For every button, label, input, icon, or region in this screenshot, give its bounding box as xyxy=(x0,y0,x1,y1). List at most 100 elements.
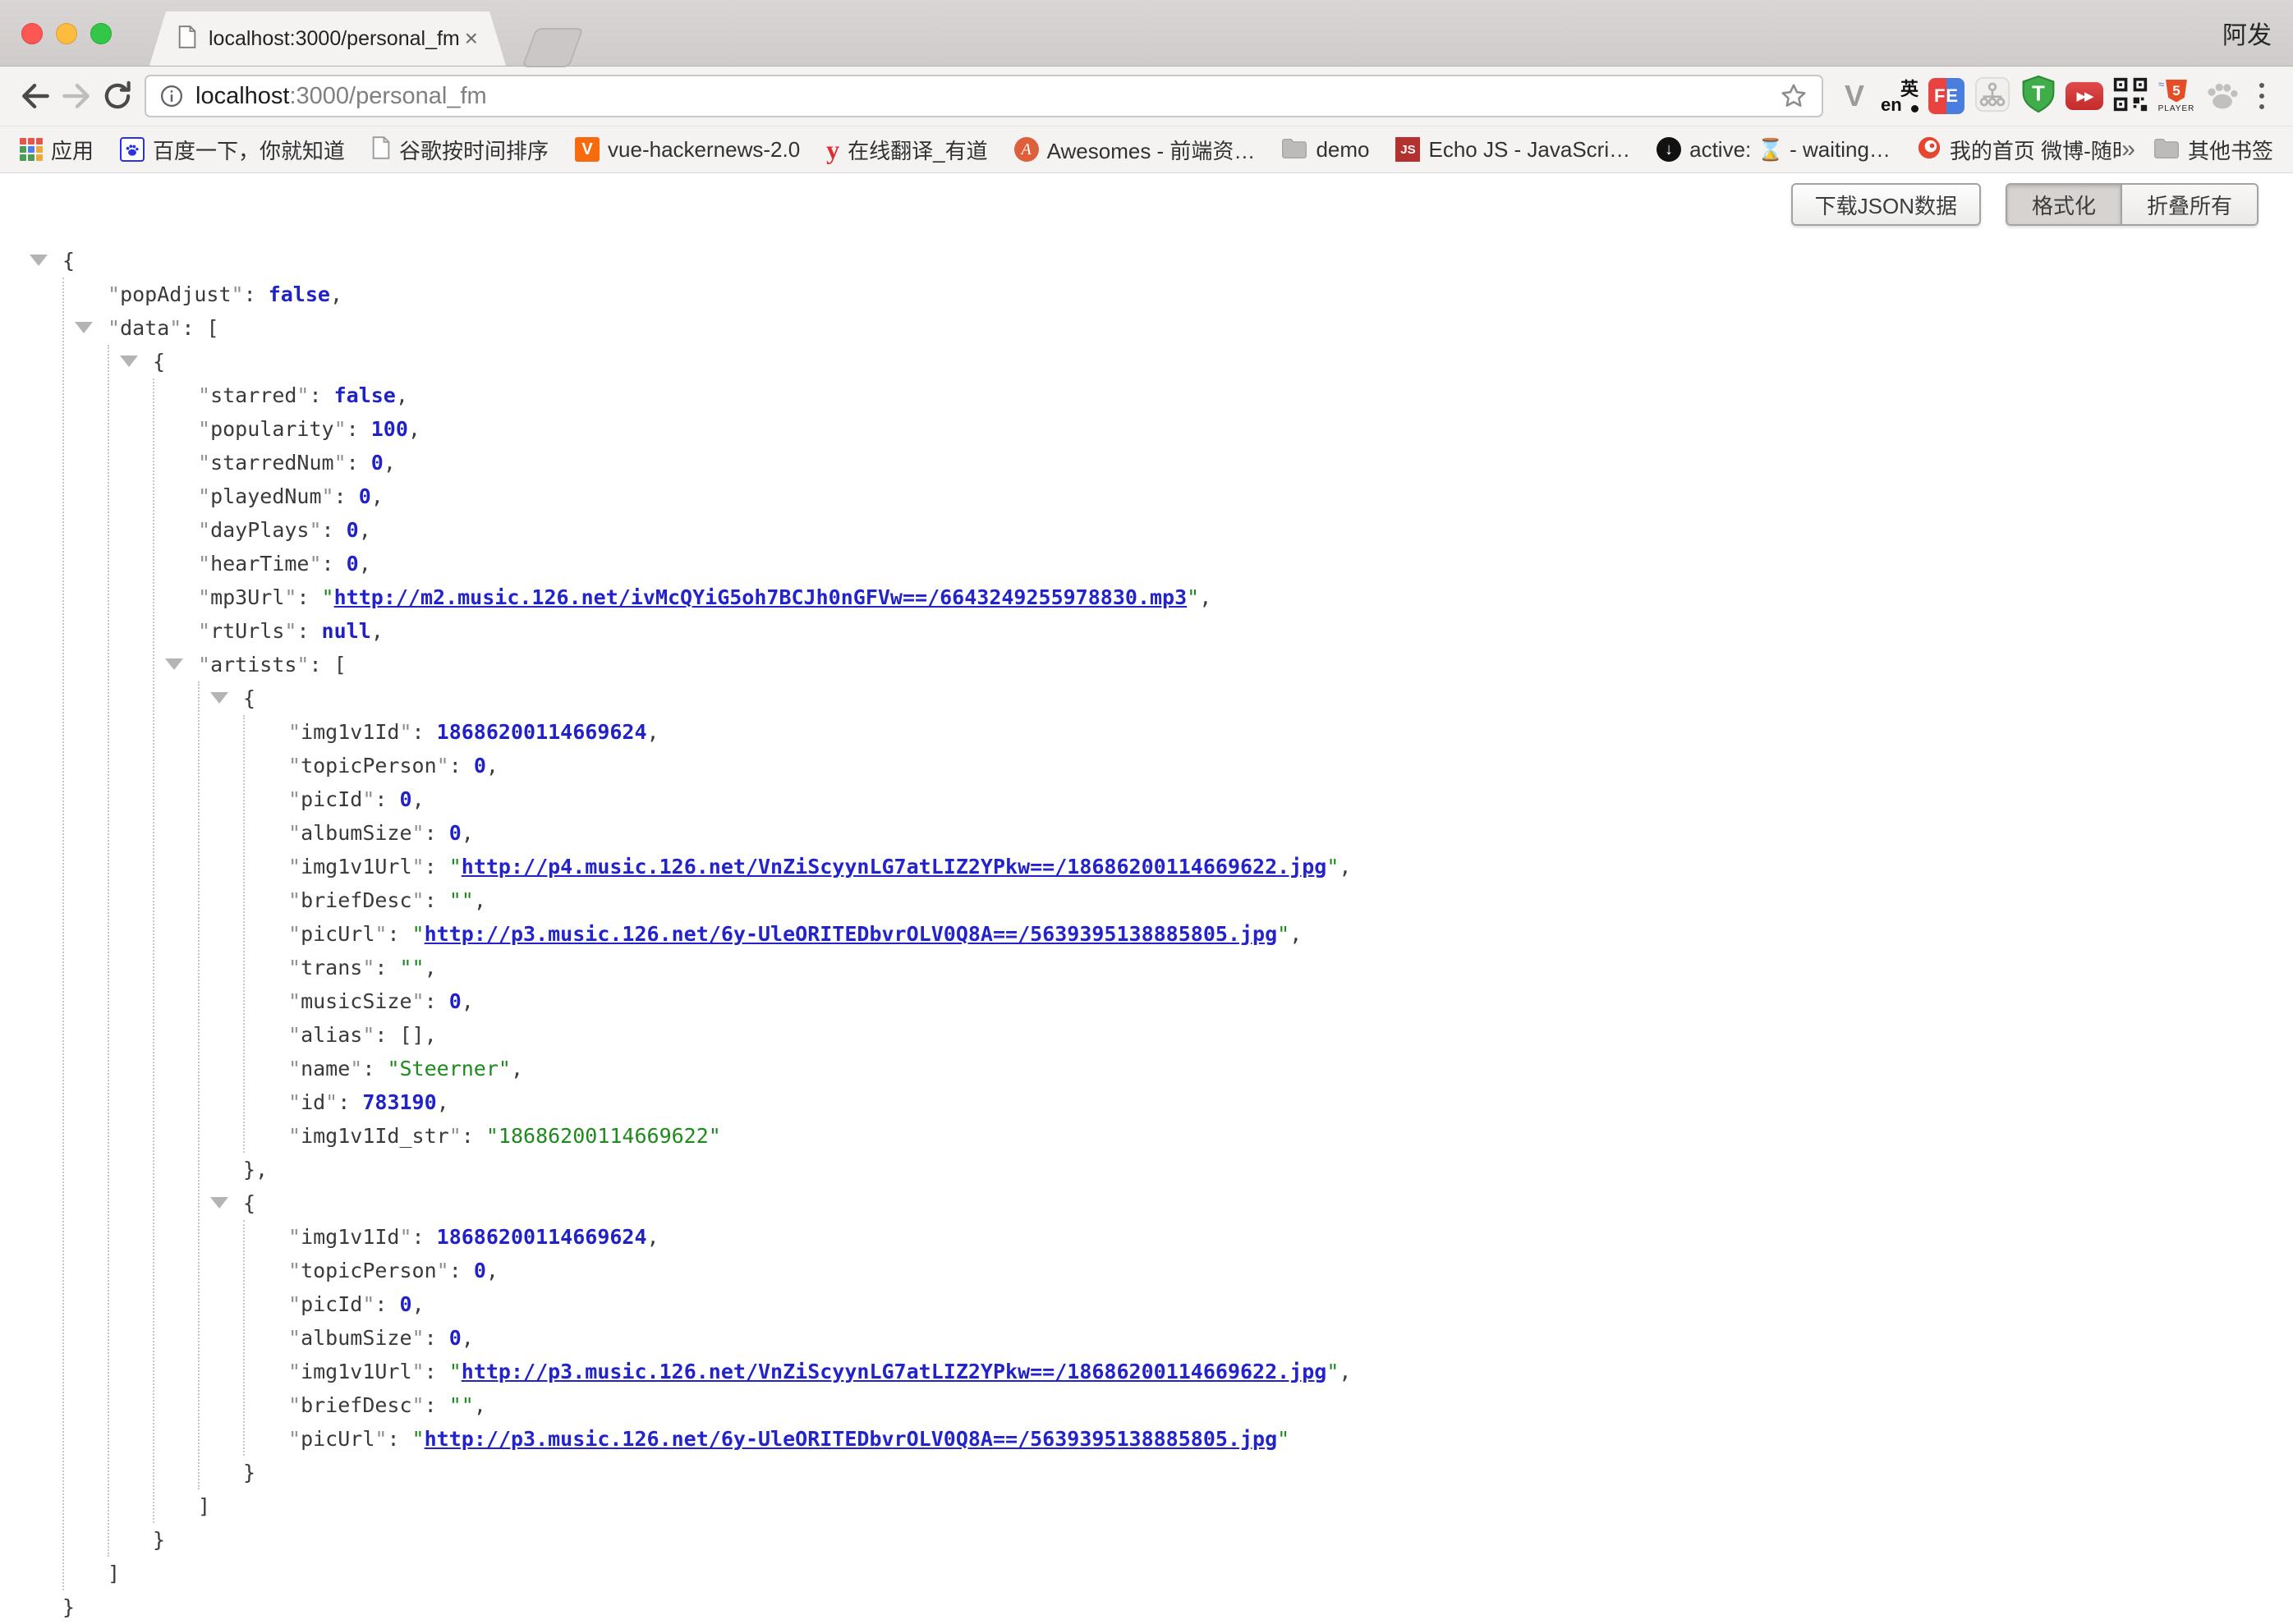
json-token: } xyxy=(243,1461,255,1484)
extension-fe-helper-button[interactable]: FE xyxy=(1923,73,1969,119)
json-token: " xyxy=(288,1057,301,1080)
format-button[interactable]: 格式化 xyxy=(2007,185,2122,224)
json-value: 0 xyxy=(400,787,412,811)
json-token: " xyxy=(399,1225,411,1249)
json-line: "topicPerson": 0, xyxy=(288,1254,2293,1287)
json-token: " xyxy=(288,922,301,946)
bookmark-item-5[interactable]: AAwesomes - 前端资… xyxy=(1014,135,1256,165)
json-value: 0 xyxy=(449,989,462,1013)
extension-paw-button[interactable] xyxy=(2199,73,2245,119)
json-value: 0 xyxy=(400,1292,412,1316)
url-text[interactable]: localhost:3000/personal_fm xyxy=(195,83,487,110)
collapse-triangle-icon[interactable] xyxy=(120,356,138,367)
json-token: " xyxy=(288,1124,301,1148)
json-url-link[interactable]: http://p3.music.126.net/VnZiScyynLG7atLI… xyxy=(462,1360,1327,1383)
json-value: 0 xyxy=(347,552,359,576)
translate-icon: 英en xyxy=(1881,76,1920,116)
collapse-triangle-icon[interactable] xyxy=(75,322,93,333)
json-token: , xyxy=(396,383,408,407)
json-token: : xyxy=(296,585,321,609)
extension-tampermonkey-button[interactable]: T xyxy=(2015,73,2061,119)
json-line: "popAdjust": false, xyxy=(108,278,2293,311)
json-token: : xyxy=(449,1259,474,1282)
bookmark-item-4[interactable]: y在线翻译_有道 xyxy=(826,135,987,165)
close-window-button[interactable] xyxy=(21,23,43,44)
json-line: "musicSize": 0, xyxy=(288,984,2293,1018)
json-token: : xyxy=(425,1360,449,1383)
json-token: : xyxy=(309,383,333,407)
bookmark-label: 谷歌按时间排序 xyxy=(399,135,549,165)
bookmark-label: vue-hackernews-2.0 xyxy=(608,137,800,163)
json-token: , xyxy=(462,821,474,845)
back-arrow-icon xyxy=(17,78,53,114)
json-children: {"img1v1Id": 18686200114669624,"topicPer… xyxy=(198,681,2293,1489)
json-line: "picId": 0, xyxy=(288,782,2293,816)
json-token: , xyxy=(412,1292,425,1316)
view-mode-segmented-control: 格式化 折叠所有 xyxy=(2006,183,2259,226)
json-token: , xyxy=(425,956,437,979)
address-bar[interactable]: localhost:3000/personal_fm xyxy=(145,75,1823,117)
new-tab-button[interactable] xyxy=(522,28,583,67)
collapse-triangle-icon[interactable] xyxy=(210,692,228,704)
bookmark-item-9[interactable]: 我的首页 微博-随时… xyxy=(1917,135,2121,165)
json-url-link[interactable]: http://m2.music.126.net/ivMcQYiG5oh7BCJh… xyxy=(334,585,1188,609)
json-token: " xyxy=(232,282,244,306)
extension-qr-code-button[interactable] xyxy=(2107,73,2153,119)
json-token: : xyxy=(182,316,206,340)
json-token: " xyxy=(322,484,334,508)
json-value: 18686200114669624 xyxy=(437,1225,647,1249)
bookmark-item-3[interactable]: Vvue-hackernews-2.0 xyxy=(575,137,800,163)
json-value: 0 xyxy=(449,821,462,845)
json-url-link[interactable]: http://p3.music.126.net/6y-UleORITEDbvrO… xyxy=(425,922,1278,946)
json-viewer-actions: 下载JSON数据 格式化 折叠所有 xyxy=(0,183,2259,226)
extension-sitemap-button[interactable] xyxy=(1969,73,2015,119)
json-line: "topicPerson": 0, xyxy=(288,749,2293,782)
extension-translate-button[interactable]: 英en xyxy=(1877,73,1923,119)
bookmark-item-0[interactable]: 应用 xyxy=(20,135,94,165)
extension-html5-player-button[interactable]: ≈5PLAYER xyxy=(2153,73,2199,119)
json-token: : xyxy=(387,1427,411,1451)
bookmark-item-1[interactable]: 百度一下，你就知道 xyxy=(120,135,345,165)
json-token: : xyxy=(462,1124,486,1148)
json-token: " xyxy=(198,585,210,609)
json-url-link[interactable]: http://p3.music.126.net/6y-UleORITEDbvrO… xyxy=(425,1427,1278,1451)
json-key: name xyxy=(301,1057,350,1080)
json-token: " xyxy=(412,1393,425,1417)
bookmark-item-8[interactable]: ↓active: ⌛ - waiting… xyxy=(1657,137,1891,163)
bookmark-star-icon[interactable] xyxy=(1779,81,1808,111)
tab-close-icon[interactable]: × xyxy=(465,27,478,50)
bookmark-item-7[interactable]: JSEcho JS - JavaScri… xyxy=(1395,137,1630,163)
html5-player-label: PLAYER xyxy=(2158,104,2195,113)
collapse-triangle-icon[interactable] xyxy=(165,658,183,670)
bookmarks-overflow-icon[interactable]: » xyxy=(2121,135,2135,163)
json-line: "briefDesc": "", xyxy=(288,1388,2293,1422)
collapse-triangle-icon[interactable] xyxy=(210,1197,228,1209)
zoom-window-button[interactable] xyxy=(90,23,112,44)
bookmarks-bar: 应用百度一下，你就知道 谷歌按时间排序 Vvue-hackernews-2.0 y在线… xyxy=(0,126,2293,173)
youdao-icon: y xyxy=(826,135,839,165)
extension-vue-devtools-button[interactable]: V xyxy=(1831,73,1877,119)
extension-video-download-button[interactable]: ▶▶ xyxy=(2061,73,2107,119)
json-line: "picUrl": "http://p3.music.126.net/6y-Ul… xyxy=(288,1422,2293,1456)
json-token: : xyxy=(347,417,371,441)
json-token: " xyxy=(284,619,296,643)
json-token: : xyxy=(244,282,269,306)
download-circle-icon: ↓ xyxy=(1657,137,1681,162)
json-line: } xyxy=(62,1590,2293,1624)
bookmark-item-6[interactable]: demo xyxy=(1281,137,1369,163)
json-token: " xyxy=(309,552,321,576)
forward-button[interactable] xyxy=(56,76,97,117)
bookmark-other-bookmarks[interactable]: 其他书签 xyxy=(2153,135,2273,165)
download-json-button[interactable]: 下载JSON数据 xyxy=(1791,183,1981,226)
collapse-triangle-icon[interactable] xyxy=(30,255,48,266)
site-info-icon[interactable] xyxy=(159,84,184,108)
reload-button[interactable] xyxy=(97,76,138,117)
back-button[interactable] xyxy=(15,76,56,117)
json-url-link[interactable]: http://p4.music.126.net/VnZiScyynLG7atLI… xyxy=(462,855,1327,879)
bookmark-item-2[interactable]: 谷歌按时间排序 xyxy=(371,135,549,165)
browser-menu-icon[interactable] xyxy=(2245,73,2278,119)
collapse-all-button[interactable]: 折叠所有 xyxy=(2122,185,2257,224)
browser-tab[interactable]: localhost:3000/personal_fm × xyxy=(149,11,506,66)
bookmark-label: 应用 xyxy=(51,135,94,165)
minimize-window-button[interactable] xyxy=(56,23,77,44)
